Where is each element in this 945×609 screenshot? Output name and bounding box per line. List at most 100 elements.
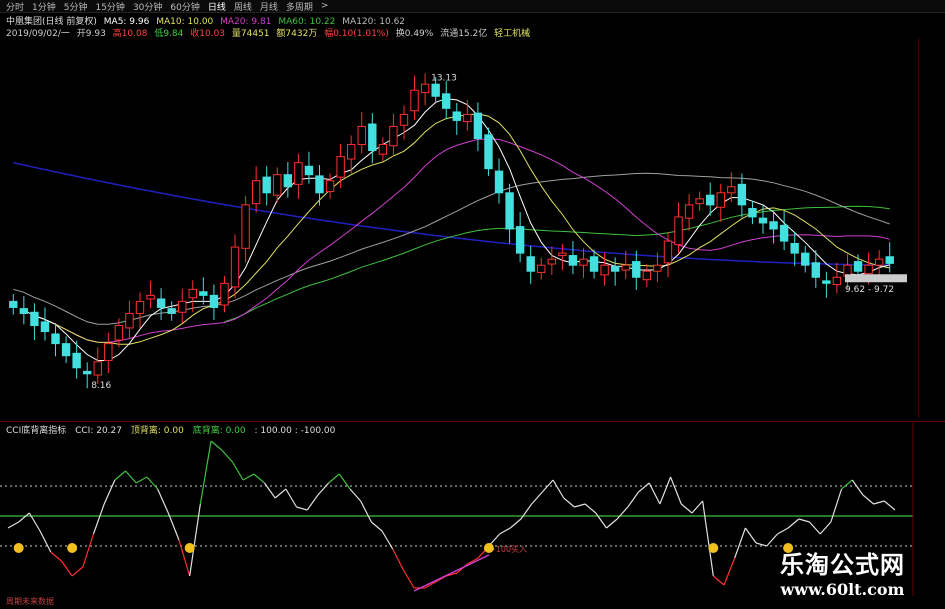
period-tab-7[interactable]: 周线 [234, 0, 252, 13]
cci-segment [723, 557, 736, 586]
period-tab-2[interactable]: 5分钟 [64, 0, 88, 13]
cci-value: CCI: 20.27 [75, 426, 122, 436]
period-tab-5[interactable]: 60分钟 [170, 0, 199, 13]
cci-segment [328, 473, 340, 484]
candle-body [494, 170, 504, 194]
cci-segment [509, 518, 522, 529]
cci-segment [317, 482, 330, 496]
cci-segment [862, 494, 875, 505]
candle-body [790, 242, 799, 254]
candle-body [135, 300, 145, 314]
period-tab-1[interactable]: 1分钟 [32, 0, 56, 13]
cci-segment [71, 566, 84, 577]
candle-body [748, 207, 757, 218]
candle-body [642, 270, 652, 281]
period-tab-4[interactable]: 30分钟 [133, 0, 162, 13]
cci-segment [242, 473, 255, 481]
cci-segment [712, 575, 725, 586]
cci-segment [231, 461, 244, 481]
candle-body [167, 308, 176, 314]
range-label: 9.62 - 9.72 [845, 285, 894, 295]
cci-segment [744, 527, 757, 544]
candle-body [346, 144, 356, 160]
cci-segment [606, 518, 618, 529]
ma10-line [34, 113, 890, 345]
candle-body [209, 294, 219, 308]
cci-segment [253, 473, 265, 484]
cci-segment [798, 518, 810, 523]
cci-segment [263, 482, 276, 499]
cci-segment [114, 470, 126, 481]
cci-segment [883, 500, 896, 511]
candle-body [610, 265, 620, 272]
cci-segment [221, 449, 233, 463]
cci-segment [338, 473, 351, 490]
candle-body [463, 113, 472, 123]
candle-body [579, 258, 588, 266]
candle-body [537, 264, 546, 273]
cci-segment [787, 518, 800, 529]
candle-body [315, 175, 324, 194]
candle-body [357, 125, 366, 146]
candlestick-chart[interactable]: 13.13 8.16 9.62 - 9.72 [0, 38, 945, 420]
candle-body [72, 352, 81, 369]
candle-body [336, 156, 345, 178]
low-label: 8.16 [91, 381, 111, 391]
candle-body [505, 192, 514, 230]
candle-body [178, 300, 187, 313]
candle-body [83, 370, 92, 375]
candle-body [399, 113, 409, 126]
cci-segment [648, 482, 661, 505]
cci-segment [157, 488, 169, 514]
cci-segment [39, 530, 52, 553]
cci-segment [50, 551, 62, 562]
cci-segment [851, 479, 864, 496]
cci-legend: CCI底背离指标 CCI: 20.27 顶背离: 0.00 底背离: 0.00 … [6, 423, 341, 436]
ma120-line [13, 172, 890, 325]
cci-segment [60, 560, 73, 577]
candle-body [125, 312, 134, 329]
cci-segment [873, 500, 885, 505]
candle-body [283, 174, 293, 188]
cci-segment [777, 527, 789, 535]
candle-body [779, 224, 789, 242]
cci-segment [638, 482, 650, 493]
candle-body [632, 261, 641, 278]
candle-body [853, 261, 863, 272]
period-tab-6[interactable]: 日线 [208, 0, 226, 13]
cci-segment [499, 527, 511, 535]
candle-body [684, 204, 694, 219]
cci-segment [392, 548, 404, 571]
cci-segment [691, 500, 704, 514]
cci-segment [552, 479, 565, 499]
buy-label: -100买入 [493, 545, 527, 554]
candle-body [727, 186, 736, 194]
cci-segment [370, 521, 383, 532]
cci-segment [402, 569, 415, 589]
candle-body [220, 282, 229, 306]
cci-segment [563, 497, 575, 508]
cci-segment [670, 476, 682, 505]
candle-body [40, 321, 50, 333]
cci-segment [189, 503, 201, 577]
candle-body [547, 258, 557, 265]
period-tab-0[interactable]: 分时 [6, 0, 24, 13]
period-tab-8[interactable]: 月线 [260, 0, 278, 13]
candle-body [251, 180, 261, 205]
top-div-value: 顶背离: 0.00 [130, 426, 184, 436]
bottom-div-value: 底背离: 0.00 [192, 426, 246, 436]
range-highlight [845, 274, 907, 283]
candle-body [146, 294, 155, 300]
candle-body [241, 204, 250, 249]
candle-body [716, 192, 725, 208]
candle-body [769, 221, 778, 230]
period-tab-9[interactable]: 多周期 [286, 0, 313, 13]
cci-segment [296, 506, 308, 511]
price-axis [918, 38, 945, 418]
candle-body [515, 226, 525, 254]
cci-segment [809, 521, 821, 535]
period-tab-3[interactable]: 15分钟 [95, 0, 124, 13]
candle-body [325, 180, 335, 193]
smiley-icon [708, 543, 719, 553]
period-tab-more[interactable]: > [321, 1, 329, 11]
